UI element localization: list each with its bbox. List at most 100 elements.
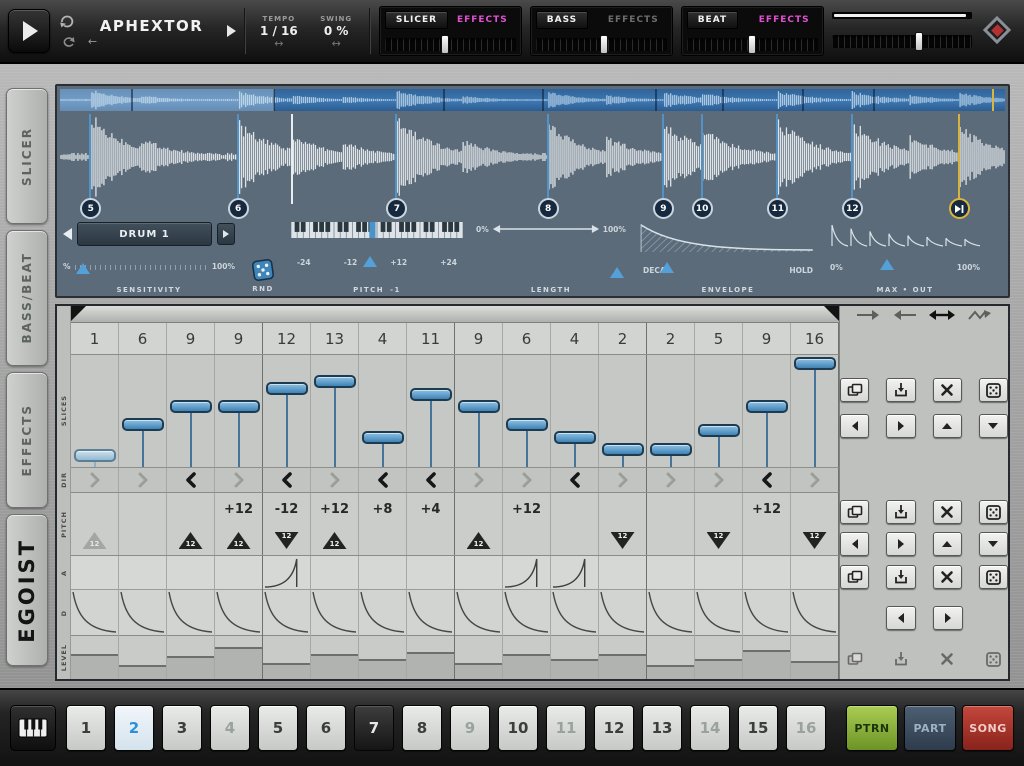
octave-up-triangle[interactable]: 12 — [83, 532, 107, 549]
step-1-octave-toggle[interactable]: 12 — [71, 526, 119, 555]
sample-next-button[interactable] — [217, 223, 235, 245]
step-1-direction[interactable] — [71, 468, 119, 492]
step-14-decay[interactable] — [695, 590, 743, 636]
step-16-pitch-value[interactable] — [791, 493, 839, 526]
pitch-paste-button[interactable] — [886, 500, 915, 524]
master-volume-slider[interactable] — [832, 35, 972, 48]
step-4-pitch-value[interactable]: +12 — [215, 493, 263, 526]
level-bar[interactable] — [455, 663, 502, 679]
step-15-decay[interactable] — [743, 590, 791, 636]
step-3-slice-number[interactable]: 9 — [167, 323, 215, 354]
pattern-5-button[interactable]: 5 — [258, 705, 298, 751]
step-16-octave-toggle[interactable]: 12 — [791, 526, 839, 555]
step-2-pitch-value[interactable] — [119, 493, 167, 526]
loop-icon[interactable] — [58, 14, 76, 29]
slice-line[interactable] — [776, 114, 778, 204]
play-mode-forward-icon[interactable] — [856, 308, 880, 322]
step-7-level[interactable] — [359, 636, 407, 679]
step-8-direction[interactable] — [407, 468, 455, 492]
step-6-decay[interactable] — [311, 590, 359, 636]
step-3-level[interactable] — [167, 636, 215, 679]
pattern-15-button[interactable]: 15 — [738, 705, 778, 751]
step-3-decay[interactable] — [167, 590, 215, 636]
step-5-pitch-value[interactable]: -12 — [263, 493, 311, 526]
slice-end-marker[interactable] — [949, 198, 970, 219]
step-6-direction[interactable] — [311, 468, 359, 492]
step-4-attack[interactable] — [215, 556, 263, 590]
step-9-octave-toggle[interactable]: 12 — [455, 526, 503, 555]
slice-end-line[interactable] — [958, 114, 960, 204]
preset-next-arrow[interactable] — [227, 25, 236, 37]
slice-marker-9[interactable]: 9 — [653, 198, 674, 219]
step-1-pitch-value[interactable] — [71, 493, 119, 526]
slices-copy-button[interactable] — [840, 378, 869, 402]
step-8-pitch-value[interactable]: +4 — [407, 493, 455, 526]
octave-down-triangle[interactable]: 12 — [275, 532, 299, 549]
length-slider[interactable] — [492, 222, 600, 236]
pattern-16-button[interactable]: 16 — [786, 705, 826, 751]
pattern-2-button[interactable]: 2 — [114, 705, 154, 751]
step-15-direction[interactable] — [743, 468, 791, 492]
level-bar[interactable] — [119, 665, 166, 679]
randomize-dice-button[interactable] — [251, 258, 276, 283]
slice-line[interactable] — [237, 114, 239, 204]
step-7-decay[interactable] — [359, 590, 407, 636]
step-14-direction[interactable] — [695, 468, 743, 492]
step-14-attack[interactable] — [695, 556, 743, 590]
beat-engine-button[interactable]: BEAT — [687, 11, 738, 29]
step-9-direction[interactable] — [455, 468, 503, 492]
play-mode-pingpong-icon[interactable] — [929, 308, 955, 322]
step-8-attack[interactable] — [407, 556, 455, 590]
slicer-mix-handle[interactable] — [441, 35, 449, 54]
step-9-decay[interactable] — [455, 590, 503, 636]
master-tune-slider[interactable] — [832, 12, 972, 19]
step-12-level[interactable] — [599, 636, 647, 679]
slice-slider-handle[interactable] — [554, 431, 596, 444]
step-9-level[interactable] — [455, 636, 503, 679]
step-7-pitch-value[interactable]: +8 — [359, 493, 407, 526]
pattern-9-button[interactable]: 9 — [450, 705, 490, 751]
tab-bass-beat[interactable]: BASS/BEAT — [6, 230, 48, 366]
step-2-decay[interactable] — [119, 590, 167, 636]
maxout-handle[interactable] — [880, 259, 894, 270]
step-14-level[interactable] — [695, 636, 743, 679]
pitch-up-button[interactable] — [933, 532, 962, 556]
slice-slider-handle[interactable] — [74, 449, 116, 462]
sample-prev-button[interactable] — [63, 228, 72, 240]
loop-range-bar[interactable] — [71, 306, 839, 323]
envelope-dice-button[interactable] — [979, 565, 1008, 589]
slice-slider-handle[interactable] — [122, 418, 164, 431]
level-copy-button[interactable] — [840, 647, 869, 671]
step-8-slice-slider[interactable] — [407, 355, 455, 467]
step-16-level[interactable] — [791, 636, 839, 679]
length-handle[interactable] — [610, 267, 624, 278]
level-bar[interactable] — [167, 656, 214, 679]
step-11-level[interactable] — [551, 636, 599, 679]
slice-slider-handle[interactable] — [362, 431, 404, 444]
slices-left-button[interactable] — [840, 414, 869, 438]
step-9-attack[interactable] — [455, 556, 503, 590]
step-6-slice-number[interactable]: 13 — [311, 323, 359, 354]
retrigger-icon[interactable] — [59, 36, 75, 48]
bass-mix-handle[interactable] — [600, 35, 608, 54]
level-paste-button[interactable] — [886, 647, 915, 671]
step-7-octave-toggle[interactable] — [359, 526, 407, 555]
step-16-attack[interactable] — [791, 556, 839, 590]
step-6-pitch-value[interactable]: +12 — [311, 493, 359, 526]
level-bar[interactable] — [503, 654, 550, 679]
pitch-clear-button[interactable] — [933, 500, 962, 524]
step-5-level[interactable] — [263, 636, 311, 679]
step-3-slice-slider[interactable] — [167, 355, 215, 467]
step-12-direction[interactable] — [599, 468, 647, 492]
step-7-slice-number[interactable]: 4 — [359, 323, 407, 354]
step-10-slice-number[interactable]: 6 — [503, 323, 551, 354]
step-14-pitch-value[interactable] — [695, 493, 743, 526]
octave-up-triangle[interactable]: 12 — [179, 532, 203, 549]
step-2-level[interactable] — [119, 636, 167, 679]
octave-up-triangle[interactable]: 12 — [323, 532, 347, 549]
level-bar[interactable] — [743, 650, 790, 679]
tempo-value[interactable]: 1 / 16 — [260, 24, 298, 38]
step-14-octave-toggle[interactable]: 12 — [695, 526, 743, 555]
pattern-8-button[interactable]: 8 — [402, 705, 442, 751]
step-9-slice-number[interactable]: 9 — [455, 323, 503, 354]
